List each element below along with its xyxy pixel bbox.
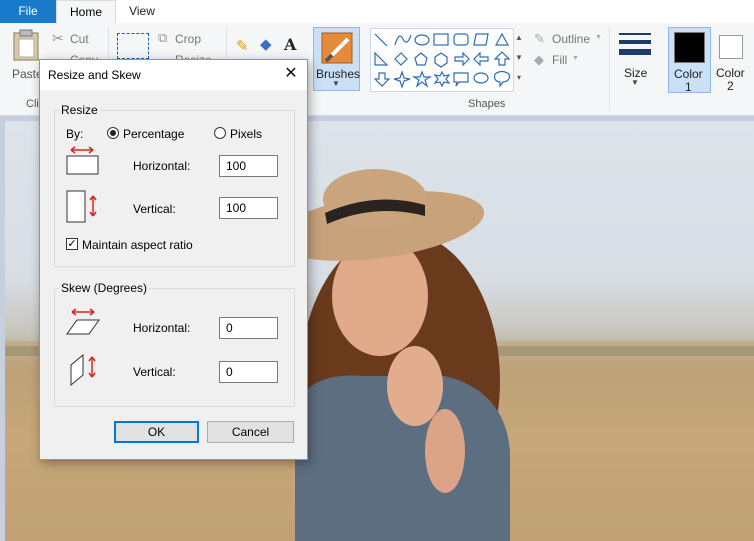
- brushes-button[interactable]: Brushes ▼: [313, 27, 360, 91]
- skew-vertical-input[interactable]: 0: [219, 361, 278, 383]
- outline-button[interactable]: Outline: [552, 32, 590, 46]
- chevron-down-icon: ▼: [572, 55, 579, 62]
- skew-vertical-icon: [70, 353, 96, 387]
- percentage-radio[interactable]: [107, 127, 119, 139]
- resize-horizontal-input[interactable]: 100: [219, 155, 278, 177]
- dialog-titlebar[interactable]: Resize and Skew ✕: [40, 60, 307, 90]
- by-label: By:: [66, 127, 84, 141]
- tab-file[interactable]: File: [0, 0, 56, 23]
- pixels-label[interactable]: Pixels: [230, 127, 262, 141]
- percentage-label[interactable]: Percentage: [123, 127, 184, 141]
- resize-vertical-icon: [66, 190, 97, 223]
- color2-button[interactable]: Color 2: [712, 27, 753, 93]
- cut-icon[interactable]: ✂: [52, 30, 64, 47]
- skew-horizontal-input[interactable]: 0: [219, 317, 278, 339]
- ribbon-separator: [609, 27, 610, 111]
- chevron-down-icon: ▼: [595, 34, 602, 41]
- maintain-aspect-label[interactable]: Maintain aspect ratio: [82, 238, 193, 252]
- shapes-gallery[interactable]: [370, 28, 514, 92]
- skew-horizontal-icon: [66, 308, 100, 335]
- skew-vertical-label: Vertical:: [133, 365, 176, 379]
- shapes-icons: [373, 32, 511, 89]
- resize-vertical-label: Vertical:: [133, 202, 176, 216]
- skew-group-title: Skew (Degrees): [59, 281, 150, 295]
- fill-bucket-icon[interactable]: ◆: [260, 35, 272, 53]
- resize-vertical-input[interactable]: 100: [219, 197, 278, 219]
- outline-icon[interactable]: ✎: [534, 31, 545, 47]
- crop-icon[interactable]: ⧉: [158, 30, 167, 46]
- tab-view[interactable]: View: [118, 0, 166, 23]
- color2-number: 2: [727, 79, 734, 93]
- pixels-radio[interactable]: [214, 127, 226, 139]
- resize-group-title: Resize: [59, 103, 100, 117]
- cut-button[interactable]: Cut: [70, 32, 89, 46]
- dialog-title: Resize and Skew: [48, 68, 141, 82]
- size-button[interactable]: Size ▼: [616, 27, 654, 89]
- brush-icon: [321, 32, 353, 64]
- resize-horizontal-icon: [66, 146, 99, 175]
- clipboard-icon: [13, 29, 39, 61]
- shapes-scroll[interactable]: ▲ ▼ ▾: [513, 28, 525, 90]
- chevron-down-icon: ▼: [631, 78, 639, 87]
- color2-swatch: [719, 35, 743, 59]
- clipboard-group-label: Cli: [26, 98, 39, 110]
- ribbon-tab-bar: File Home View: [0, 0, 754, 25]
- color2-label: Color: [716, 66, 745, 80]
- resize-skew-dialog: Resize and Skew ✕ Resize By: Percentage …: [39, 59, 308, 460]
- shapes-group-label: Shapes: [468, 98, 506, 110]
- cancel-button[interactable]: Cancel: [207, 421, 294, 443]
- pencil-icon[interactable]: ✎: [236, 37, 249, 55]
- resize-horizontal-label: Horizontal:: [133, 159, 191, 173]
- fill-icon[interactable]: ◆: [534, 52, 544, 68]
- fill-button[interactable]: Fill: [552, 53, 567, 67]
- color1-number: 1: [685, 80, 692, 94]
- maintain-aspect-checkbox[interactable]: ✓: [66, 238, 78, 250]
- text-icon[interactable]: A: [284, 35, 296, 54]
- color1-swatch: [674, 32, 705, 63]
- crop-button[interactable]: Crop: [175, 32, 201, 46]
- color1-label: Color: [674, 67, 703, 81]
- chevron-down-icon: ▼: [332, 79, 340, 88]
- close-icon[interactable]: ✕: [280, 64, 302, 86]
- size-lines-icon: [619, 33, 651, 59]
- ok-button[interactable]: OK: [114, 421, 199, 443]
- color1-button[interactable]: Color 1: [668, 27, 711, 94]
- tab-home[interactable]: Home: [56, 0, 116, 25]
- skew-horizontal-label: Horizontal:: [133, 321, 191, 335]
- select-button[interactable]: [117, 33, 149, 59]
